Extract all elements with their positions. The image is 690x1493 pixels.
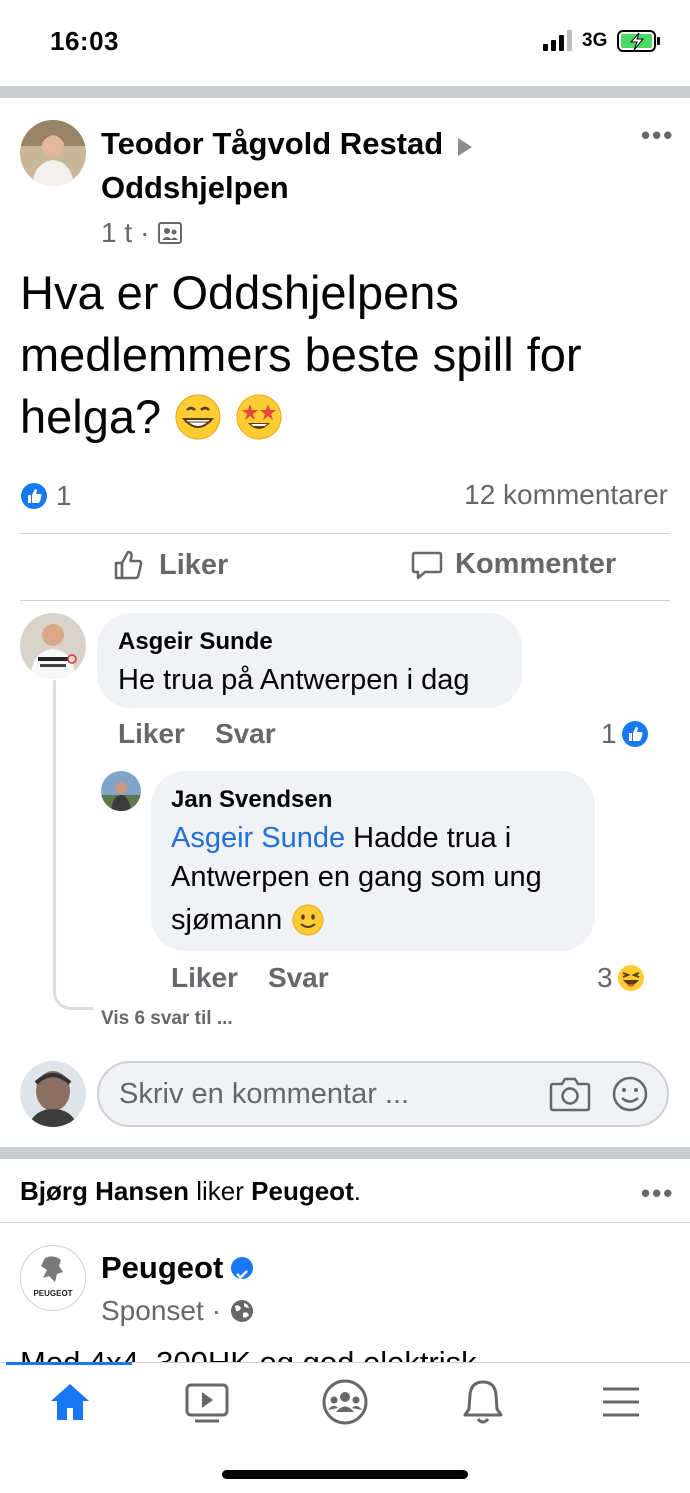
liker-verb: liker — [189, 1176, 252, 1206]
post-reactions[interactable]: 1 — [20, 480, 72, 512]
laughing-reaction-icon — [617, 965, 644, 991]
liker-name[interactable]: Bjørg Hansen — [20, 1176, 189, 1206]
home-indicator[interactable] — [222, 1470, 468, 1479]
post-text: Hva er Oddshjelpens medlemmers beste spi… — [20, 262, 680, 448]
ad-meta: Sponset · — [101, 1295, 255, 1327]
post-body: Hva er Oddshjelpens medlemmers beste spi… — [20, 266, 582, 443]
battery-icon — [617, 30, 660, 52]
feed-divider — [0, 86, 690, 98]
comment-author[interactable]: Asgeir Sunde — [118, 627, 273, 657]
reply-reaction-count: 3 — [597, 962, 613, 993]
ad-more-options-icon[interactable]: ••• — [641, 1178, 674, 1209]
reply-text-1: Hadde trua i — [345, 822, 512, 854]
replier-avatar-image — [101, 771, 141, 811]
commenter-avatar-image — [20, 613, 86, 679]
menu-icon[interactable] — [591, 1377, 651, 1427]
comments-count[interactable]: 12 kommentarer — [464, 479, 668, 511]
author-avatar-image — [20, 120, 86, 186]
thumbs-up-icon — [114, 550, 143, 580]
star-struck-emoji — [236, 394, 282, 440]
current-user-avatar — [20, 1061, 86, 1127]
comment-button[interactable]: Kommenter — [411, 548, 616, 581]
signal-icon — [543, 30, 572, 51]
emoji-picker-icon[interactable] — [611, 1075, 649, 1113]
commenter-avatar[interactable] — [20, 613, 86, 679]
reply-author[interactable]: Jan Svendsen — [171, 785, 332, 815]
comment-text: He trua på Antwerpen i dag — [118, 664, 470, 696]
status-bar: 16:03 3G — [0, 0, 690, 86]
reply-actions: Liker Svar — [171, 962, 329, 994]
comment-like-button[interactable]: Liker — [118, 718, 185, 750]
thread-line — [53, 680, 93, 1010]
sponsored-label[interactable]: Sponset — [101, 1295, 204, 1327]
reply-text-3: sjømann — [171, 904, 283, 936]
reply-bubble[interactable]: Jan Svendsen Asgeir Sunde Hadde trua i A… — [151, 771, 595, 951]
comment-input-placeholder: Skriv en kommentar ... — [119, 1078, 410, 1110]
groups-icon[interactable] — [315, 1377, 375, 1427]
actions-divider-bottom — [20, 600, 670, 601]
replier-avatar[interactable] — [101, 771, 141, 811]
view-more-replies-link[interactable]: Vis 6 svar til ... — [101, 1008, 233, 1030]
meta-separator: · — [140, 217, 150, 248]
reaction-count: 1 — [56, 480, 72, 511]
reply-line-1: Asgeir Sunde Hadde trua i — [171, 817, 511, 859]
liker-suffix: . — [353, 1176, 361, 1206]
feed-divider — [0, 1147, 690, 1159]
slightly-smiling-face-emoji — [292, 904, 324, 936]
ad-page-name[interactable]: Peugeot — [101, 1250, 254, 1286]
post-author-name[interactable]: Teodor Tågvold Restad — [101, 124, 443, 164]
reply-line-2: Antwerpen en gang som ung — [171, 861, 542, 893]
peugeot-logo-avatar[interactable]: PEUGEOT — [20, 1245, 86, 1311]
comment-reply-button[interactable]: Svar — [215, 718, 276, 750]
author-avatar[interactable] — [20, 120, 86, 186]
comment-reactions[interactable]: 1 — [601, 718, 649, 750]
post-time[interactable]: 1 t — [101, 216, 132, 250]
verified-badge-icon — [231, 1257, 254, 1280]
comment-bubble-icon — [411, 551, 443, 579]
actions-divider-top — [20, 533, 670, 534]
like-reaction-icon — [21, 483, 47, 509]
social-context: Bjørg Hansen liker Peugeot. — [20, 1176, 361, 1207]
peugeot-logo-text: PEUGEOT — [33, 1289, 72, 1298]
shared-to-arrow-icon — [458, 138, 472, 156]
comment-reaction-count: 1 — [601, 718, 617, 749]
home-icon[interactable] — [40, 1377, 100, 1427]
current-user-avatar-image — [20, 1061, 86, 1127]
globe-icon — [231, 1300, 254, 1322]
grinning-face-emoji — [175, 394, 221, 440]
group-members-icon — [158, 222, 183, 244]
comment-bubble[interactable]: Asgeir Sunde He trua på Antwerpen i dag — [97, 613, 522, 708]
like-button-label: Liker — [159, 548, 229, 581]
reply-line-3: sjømann — [171, 899, 324, 941]
ad-page-name-text: Peugeot — [101, 1250, 224, 1285]
status-time: 16:03 — [50, 26, 119, 56]
notifications-icon[interactable] — [453, 1377, 513, 1427]
reply-reactions[interactable]: 3 — [597, 962, 645, 994]
network-type: 3G — [582, 30, 608, 51]
reply-like-button[interactable]: Liker — [171, 962, 238, 994]
active-tab-indicator — [6, 1362, 132, 1365]
camera-icon[interactable] — [549, 1075, 591, 1113]
comment-button-label: Kommenter — [455, 548, 617, 580]
ad-header-divider — [0, 1222, 690, 1223]
comment-actions: Liker Svar — [118, 718, 276, 750]
peugeot-lion-logo: PEUGEOT — [21, 1246, 85, 1310]
ad-meta-separator: · — [211, 1295, 222, 1326]
reply-mention[interactable]: Asgeir Sunde — [171, 822, 345, 854]
comment-input-field[interactable]: Skriv en kommentar ... — [97, 1061, 669, 1127]
video-icon[interactable] — [177, 1377, 237, 1427]
like-button[interactable]: Liker — [113, 548, 228, 582]
post-more-options-icon[interactable]: ••• — [641, 120, 674, 151]
post-group-name[interactable]: Oddshjelpen — [101, 168, 289, 208]
post-meta: 1 t · — [101, 216, 183, 250]
liked-page-name[interactable]: Peugeot — [251, 1176, 354, 1206]
like-reaction-icon — [621, 721, 648, 747]
reply-reply-button[interactable]: Svar — [268, 962, 329, 994]
